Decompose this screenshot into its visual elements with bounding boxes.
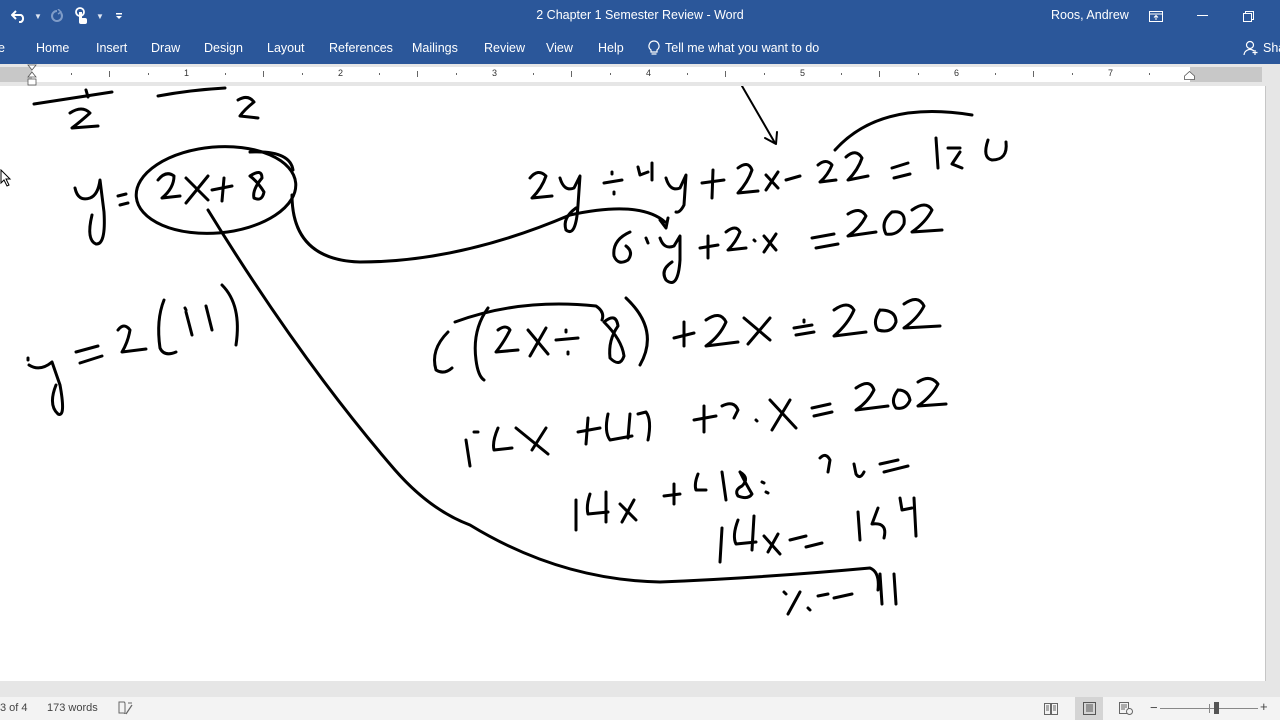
tab-review[interactable]: Review [484,41,525,55]
ink-equation-y-equals-2-times-11 [26,283,239,416]
ruler-tick [840,73,842,75]
vertical-scrollbar[interactable] [1266,86,1280,681]
print-layout-icon [1082,702,1096,715]
zoom-out-button[interactable]: − [1150,700,1158,715]
tab-file-partial[interactable]: e [0,41,5,55]
ruler-tick [1071,73,1073,75]
ink-fraction-right [156,86,260,120]
tab-draw[interactable]: Draw [151,41,180,55]
proofing-icon[interactable] [118,701,134,715]
ruler-tick [455,73,457,75]
tab-insert[interactable]: Insert [96,41,127,55]
ruler-number: 1 [184,68,190,78]
ruler-tick [301,73,303,75]
ribbon-display-icon [1149,10,1163,22]
tab-references[interactable]: References [329,41,393,55]
tab-layout[interactable]: Layout [267,41,305,55]
ink-equation-line-2 [612,203,944,284]
ruler-tick [417,71,418,77]
share-person-icon [1243,40,1258,56]
tell-me-label: Tell me what you want to do [665,41,820,55]
share-button[interactable]: Sha [1243,40,1280,56]
zoom-in-button[interactable]: + [1260,699,1268,714]
mouse-cursor-icon [0,169,12,187]
ruler-tick [763,73,765,75]
ruler-tick [1033,71,1034,77]
restore-icon [1242,10,1254,22]
tab-help[interactable]: Help [598,41,624,55]
horizontal-ruler[interactable]: 1 2 3 4 5 6 7 [0,67,1262,82]
ruler-tick [571,71,572,77]
title-bar: ▼ ▼ 2 Chapter 1 Semester Review - Word R… [0,0,1280,32]
restore-button[interactable] [1225,0,1271,32]
minimize-button[interactable] [1179,0,1225,32]
ink-equation-line-7 [782,572,898,616]
ink-equation-y-equals-2x-plus-8 [73,145,298,246]
ink-equation-line-6 [718,496,918,564]
tell-me-search[interactable]: Tell me what you want to do [648,40,819,56]
ruler-number: 2 [338,68,344,78]
share-label: Sha [1263,41,1280,55]
page-count[interactable]: 3 of 4 [0,702,28,714]
ruler-tick [109,71,110,77]
ink-fraction-left [32,88,114,130]
minimize-icon [1196,15,1208,16]
ruler-area: 1 2 3 4 5 6 7 [0,64,1280,86]
right-indent-marker[interactable] [1184,71,1195,80]
lightbulb-icon [648,40,660,55]
ruler-number: 5 [800,68,806,78]
ruler-tick [917,73,919,75]
ink-connector-right [290,193,667,264]
ruler-tick [879,71,880,77]
ruler-right-margin [1190,67,1262,82]
zoom-slider-center-mark [1209,704,1210,713]
read-mode-icon [1044,702,1058,715]
ink-drawing [26,86,1008,616]
ruler-tick [224,73,226,75]
ribbon-display-options-button[interactable] [1133,0,1179,32]
status-bar: 3 of 4 173 words − + [0,682,1280,720]
ruler-tick [532,73,534,75]
ruler-tick [1148,73,1150,75]
web-layout-icon [1119,702,1133,715]
ruler-number: 3 [492,68,498,78]
tab-view[interactable]: View [546,41,573,55]
ruler-tick [994,73,996,75]
ruler-tick [686,73,688,75]
tab-home[interactable]: Home [36,41,69,55]
ruler-number: 4 [646,68,652,78]
ink-arrow-top [741,86,776,144]
ruler-tick [147,73,149,75]
ruler-number: 6 [954,68,960,78]
status-bar-gap [0,682,1280,697]
word-count[interactable]: 173 words [47,702,98,714]
ruler-tick [378,73,380,75]
ruler-tick [609,73,611,75]
ruler-tick [70,73,72,75]
read-mode-button[interactable] [1037,697,1065,720]
ribbon-tabs: e Home Insert Draw Design Layout Referen… [0,32,1280,64]
zoom-slider-thumb[interactable] [1213,702,1219,714]
ruler-number: 7 [1108,68,1114,78]
ink-equation-line-3 [433,296,942,382]
ruler-tick [725,71,726,77]
ink-equation-line-4 [464,377,948,468]
document-page[interactable] [0,86,1266,681]
ruler-tick [263,71,264,77]
left-indent-marker[interactable] [27,64,37,86]
tab-design[interactable]: Design [204,41,243,55]
print-layout-button[interactable] [1075,697,1103,720]
web-layout-button[interactable] [1112,697,1140,720]
user-account[interactable]: Roos, Andrew [1051,8,1129,22]
tab-mailings[interactable]: Mailings [412,41,458,55]
